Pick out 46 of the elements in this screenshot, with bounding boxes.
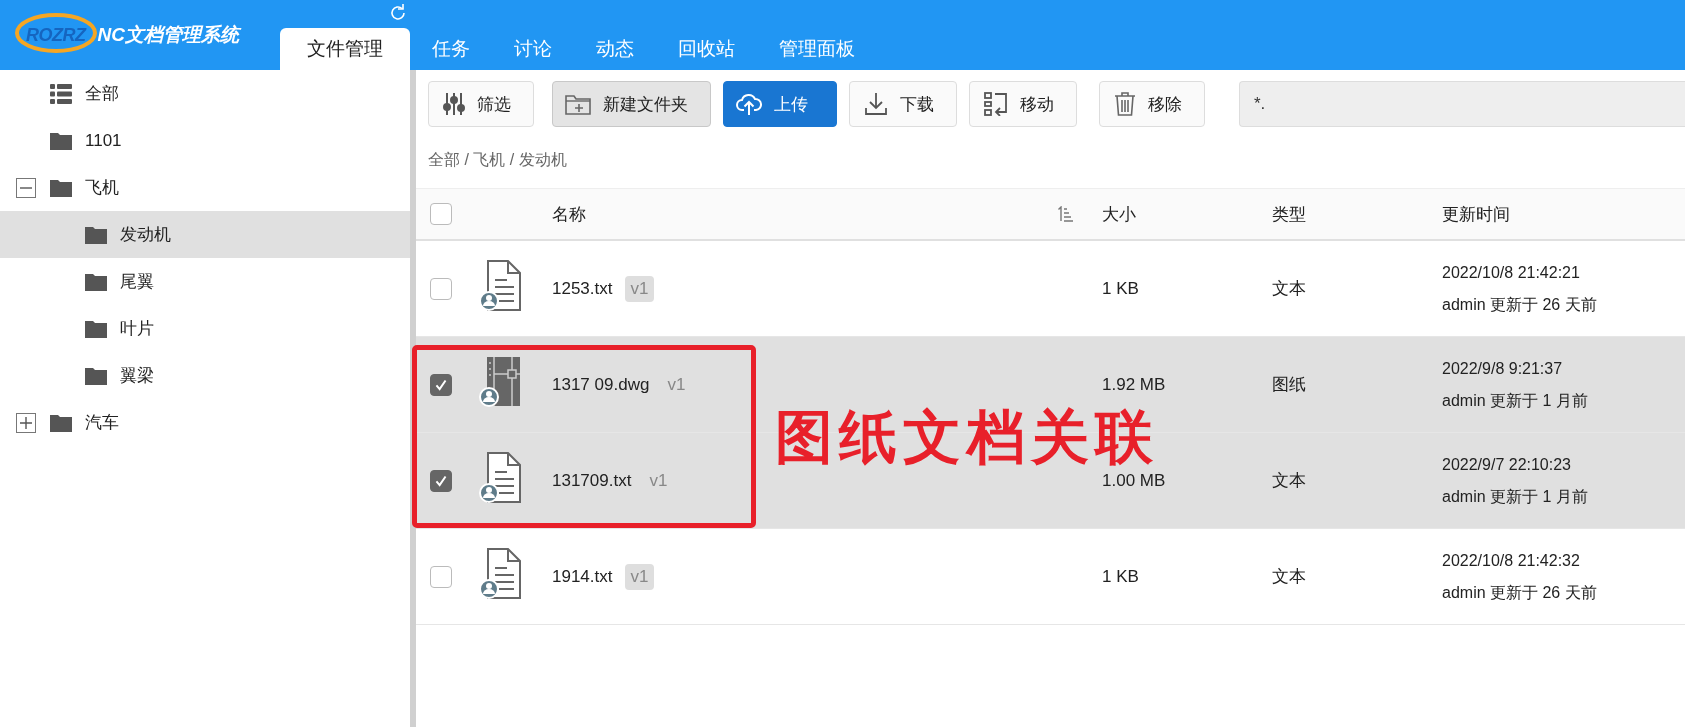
move-button[interactable]: 移动 — [969, 81, 1077, 127]
delete-button[interactable]: 移除 — [1099, 81, 1205, 127]
new-folder-button[interactable]: 新建文件夹 — [552, 81, 711, 127]
update-note: admin 更新于 26 天前 — [1442, 582, 1598, 603]
version-tag: v1 — [624, 275, 655, 302]
file-size: 1.92 MB — [1102, 374, 1167, 395]
update-time: 2022/9/7 22:10:23 — [1442, 454, 1572, 475]
version-tag: v1 — [624, 563, 655, 590]
download-button[interactable]: 下载 — [849, 81, 957, 127]
file-type: 图纸 — [1272, 374, 1307, 396]
tree-item[interactable]: 1101 — [0, 117, 410, 164]
column-header: 名称 — [552, 203, 586, 226]
search-field[interactable]: *. — [1239, 81, 1685, 127]
column-header: 类型 — [1272, 203, 1307, 226]
upload-button[interactable]: 上传 — [723, 81, 837, 127]
file-size: 1 KB — [1102, 566, 1140, 587]
breadcrumb[interactable]: 全部 / 飞机 / 发动机 — [416, 128, 1685, 188]
tree-item[interactable]: 汽车 — [0, 399, 410, 446]
file-name[interactable]: 131709.txt — [552, 470, 632, 491]
file-type: 文本 — [1272, 566, 1307, 588]
file-name[interactable]: 1914.txt — [552, 566, 613, 587]
file-name[interactable]: 1317 09.dwg — [552, 374, 650, 395]
file-type: 文本 — [1272, 470, 1307, 492]
tree-item[interactable]: 发动机 — [0, 211, 410, 258]
update-note: admin 更新于 1 月前 — [1442, 486, 1589, 507]
update-time: 2022/10/8 21:42:32 — [1442, 550, 1581, 571]
tree-item[interactable]: 全部 — [0, 70, 410, 117]
column-header: 大小 — [1102, 203, 1137, 226]
file-size: 1 KB — [1102, 278, 1140, 299]
tree-item[interactable]: 叶片 — [0, 305, 410, 352]
nav-tab[interactable]: 文件管理 — [280, 28, 410, 70]
version-tag: v1 — [643, 467, 674, 494]
tree-item[interactable]: 翼梁 — [0, 352, 410, 399]
file-size: 1.00 MB — [1102, 470, 1167, 491]
update-time: 2022/9/8 9:21:37 — [1442, 358, 1564, 379]
file-type: 文本 — [1272, 278, 1307, 300]
update-note: admin 更新于 1 月前 — [1442, 390, 1589, 411]
tree-item[interactable]: 飞机 — [0, 164, 410, 211]
column-header: 更新时间 — [1442, 203, 1511, 226]
filter-button[interactable]: 筛选 — [428, 81, 534, 127]
version-tag: v1 — [661, 371, 692, 398]
update-note: admin 更新于 26 天前 — [1442, 294, 1598, 315]
tree-item[interactable]: 尾翼 — [0, 258, 410, 305]
file-row[interactable]: 1914.txt v1 1 KB 文本 2022/10/8 21:42:32 admin 更新于 26 天前 — [416, 529, 1685, 625]
update-time: 2022/10/8 21:42:21 — [1442, 262, 1581, 283]
file-name[interactable]: 1253.txt — [552, 278, 613, 299]
